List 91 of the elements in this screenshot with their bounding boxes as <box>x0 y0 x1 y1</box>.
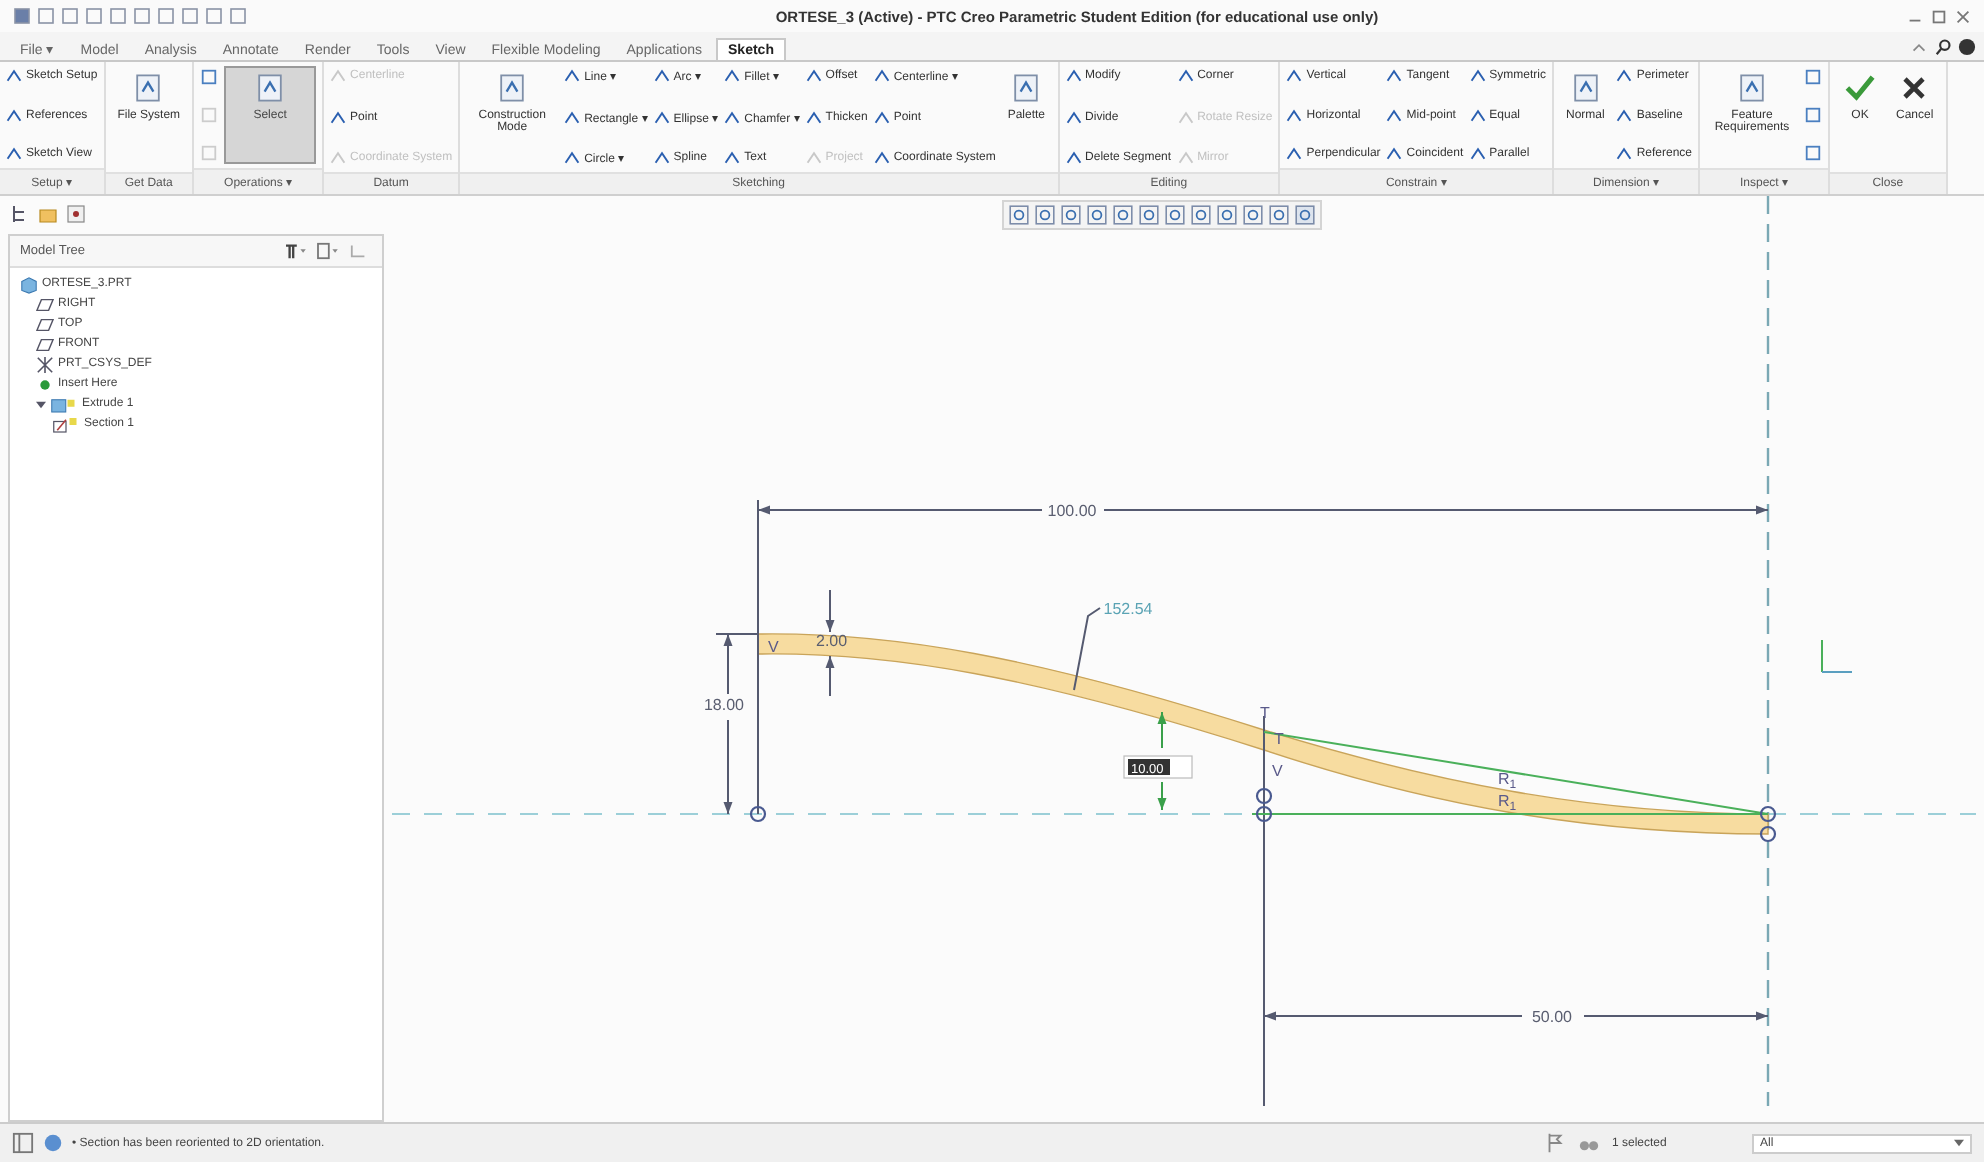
dimension-value: 100.00 <box>1047 502 1097 520</box>
tool-icon <box>1286 68 1303 84</box>
tool-icon <box>564 68 581 84</box>
tool-icon <box>805 150 822 166</box>
tool-icon <box>1286 107 1303 123</box>
tool-icon <box>873 68 890 84</box>
constraint-symbol: V <box>1272 762 1283 780</box>
panel-toggle-icon[interactable] <box>12 1132 34 1154</box>
tool-icon <box>653 150 670 166</box>
constraint-symbol: R$_{1}$ <box>1498 792 1517 814</box>
tool-icon <box>1177 150 1194 166</box>
tool-icon <box>653 68 670 84</box>
dimension-value: 152.54 <box>1103 600 1153 618</box>
flag-icon[interactable] <box>1544 1132 1566 1154</box>
extrude-icon <box>50 395 78 413</box>
vertex-point <box>1759 805 1777 823</box>
tool-icon <box>1616 68 1633 84</box>
tool-icon <box>724 150 741 166</box>
tool-icon[interactable] <box>1804 106 1823 124</box>
search-icon[interactable] <box>1934 37 1952 55</box>
tool-icon <box>805 109 822 125</box>
tool-icon <box>1616 107 1633 123</box>
tool-icon <box>1177 68 1194 84</box>
view-tool-icon[interactable] <box>1242 204 1264 226</box>
tool-icon[interactable] <box>1804 68 1823 86</box>
tool-icon <box>724 109 741 125</box>
globe-icon[interactable] <box>42 1132 64 1154</box>
view-tool-icon[interactable] <box>1112 204 1134 226</box>
help-icon[interactable] <box>1958 37 1976 55</box>
constraint-symbol: R$_{1}$ <box>1498 770 1517 792</box>
close-icon[interactable] <box>1954 7 1972 25</box>
view-tool-icon[interactable] <box>1060 204 1082 226</box>
caret-icon <box>1954 1138 1964 1148</box>
tool-icon <box>1386 107 1403 123</box>
coordinate-system-icon <box>36 355 54 373</box>
dimension-value: 50.00 <box>1531 1008 1573 1026</box>
tool-icon <box>330 150 347 166</box>
dimension-value: 2.00 <box>816 632 848 650</box>
vertex-point <box>1255 805 1273 823</box>
tool-icon <box>1469 146 1486 162</box>
coordinate-system-icon <box>1821 639 1853 673</box>
view-tool-icon[interactable] <box>1268 204 1290 226</box>
tool-icon <box>1177 109 1194 125</box>
tool-icon[interactable] <box>200 68 219 86</box>
tool-icon <box>1386 146 1403 162</box>
sketch-icon <box>52 415 80 433</box>
dot-icon <box>36 375 54 393</box>
view-tool-icon[interactable] <box>1008 204 1030 226</box>
view-tool-icon[interactable] <box>1164 204 1186 226</box>
tool-icon <box>564 150 581 166</box>
view-tool-icon[interactable] <box>1138 204 1160 226</box>
dimension-value: 18.00 <box>703 696 745 714</box>
tool-icon <box>653 109 670 125</box>
view-tool-icon[interactable] <box>1294 204 1316 226</box>
tool-icon[interactable] <box>1804 144 1823 162</box>
tool-icon <box>1469 107 1486 123</box>
tool-icon <box>564 109 581 125</box>
view-tool-icon[interactable] <box>1086 204 1108 226</box>
tool-icon <box>1065 68 1082 84</box>
view-tool-icon[interactable] <box>1216 204 1238 226</box>
leader-line <box>1073 607 1101 691</box>
tool-icon <box>1386 68 1403 84</box>
vertex-point <box>1255 787 1273 805</box>
part-icon <box>20 275 38 293</box>
document-icon[interactable] <box>314 242 340 260</box>
caret-icon[interactable] <box>36 399 46 409</box>
tool-icon <box>873 109 890 125</box>
tool-icon <box>6 146 22 162</box>
constraint-symbol: V <box>768 638 779 656</box>
tool-icon <box>1286 146 1303 162</box>
settings-icon[interactable] <box>282 242 308 260</box>
tool-icon <box>330 109 347 125</box>
vertex-point <box>749 805 767 823</box>
tool-icon <box>1469 68 1486 84</box>
tool-icon <box>330 68 347 84</box>
vertex-point <box>1759 825 1777 843</box>
favorites-tab-icon[interactable] <box>64 202 88 226</box>
constraint-symbol: T <box>1274 730 1284 748</box>
maximize-icon[interactable] <box>1930 7 1948 25</box>
tool-icon <box>6 107 22 123</box>
view-tool-icon[interactable] <box>1034 204 1056 226</box>
tool-icon <box>805 68 822 84</box>
tool-icon <box>1065 109 1082 125</box>
tool-icon <box>1065 150 1082 166</box>
tool-icon <box>6 68 22 84</box>
tool-icon <box>724 68 741 84</box>
tool-icon <box>1616 146 1633 162</box>
view-tool-icon[interactable] <box>1190 204 1212 226</box>
checkmark-icon <box>1842 70 1879 106</box>
constraint-symbol: T <box>1260 704 1270 722</box>
tool-icon <box>873 150 890 166</box>
